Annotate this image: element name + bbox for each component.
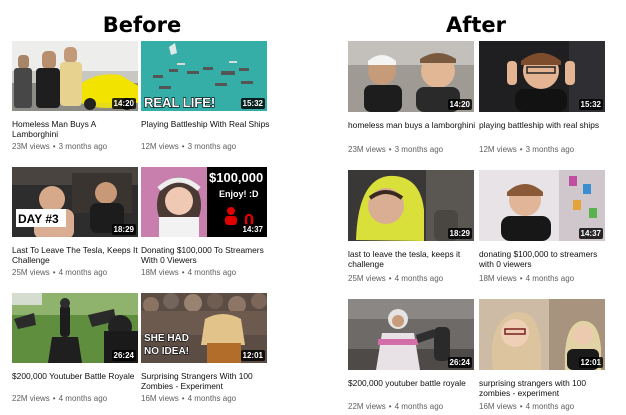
- video-card[interactable]: REAL LIFE! 15:32 Playing Battleship With…: [141, 41, 269, 159]
- duration-badge: 14:20: [447, 99, 472, 110]
- video-card[interactable]: 14:37 donating $100,000 to streamers wit…: [479, 170, 605, 288]
- video-meta: 25M views • 4 months ago: [12, 268, 108, 277]
- video-title[interactable]: Homeless Man Buys A Lamborghini: [12, 119, 142, 139]
- upload-age: 4 months ago: [525, 402, 575, 411]
- upload-age: 3 months ago: [58, 142, 108, 151]
- upload-age: 4 months ago: [525, 274, 575, 283]
- video-card[interactable]: 18:29 last to leave the tesla, keeps it …: [348, 170, 474, 288]
- video-title[interactable]: donating $100,000 to streamers with 0 vi…: [479, 249, 609, 269]
- duration-badge: 14:20: [111, 98, 136, 109]
- duration-badge: 26:24: [111, 350, 136, 361]
- video-meta: 18M views • 4 months ago: [141, 268, 237, 277]
- video-title[interactable]: Playing Battleship With Real Ships: [141, 119, 271, 129]
- video-card[interactable]: 14:20 homeless man buys a lamborghini 23…: [348, 41, 475, 159]
- duration-badge: 15:32: [240, 98, 265, 109]
- video-meta: 22M views • 4 months ago: [12, 394, 108, 403]
- video-title[interactable]: Last To Leave The Tesla, Keeps It Challe…: [12, 245, 142, 265]
- upload-age: 4 months ago: [187, 268, 237, 277]
- view-count: 12M views: [141, 142, 179, 151]
- view-count: 25M views: [12, 268, 50, 277]
- video-thumbnail[interactable]: 14:20: [12, 41, 138, 111]
- video-thumbnail[interactable]: 26:24: [348, 299, 474, 370]
- duration-badge: 26:24: [447, 357, 472, 368]
- video-card[interactable]: DAY #3 18:29 Last To Leave The Tesla, Ke…: [12, 167, 138, 285]
- video-title[interactable]: $200,000 Youtuber Battle Royale: [12, 371, 142, 381]
- video-card[interactable]: SHE HAD NO IDEA! 12:01 Surprising Strang…: [141, 293, 267, 411]
- thumb-caption-2: Enjoy! :D: [219, 189, 259, 199]
- view-count: 22M views: [12, 394, 50, 403]
- view-count: 18M views: [141, 268, 179, 277]
- video-thumbnail[interactable]: 14:37: [479, 170, 605, 241]
- duration-badge: 15:32: [578, 99, 603, 110]
- thumb-caption-2: NO IDEA!: [144, 346, 189, 357]
- video-thumbnail[interactable]: $100,000 Enjoy! :D 0 14:37: [141, 167, 267, 237]
- video-title[interactable]: Donating $100,000 To Streamers With 0 Vi…: [141, 245, 271, 265]
- duration-badge: 18:29: [111, 224, 136, 235]
- view-count: 23M views: [348, 145, 386, 154]
- upload-age: 4 months ago: [187, 394, 237, 403]
- video-thumbnail[interactable]: REAL LIFE! 15:32: [141, 41, 267, 111]
- view-count: 23M views: [12, 142, 50, 151]
- video-meta: 22M views • 4 months ago: [348, 402, 444, 411]
- video-title[interactable]: surprising strangers with 100 zombies - …: [479, 378, 609, 398]
- view-count: 22M views: [348, 402, 386, 411]
- thumb-caption: $100,000: [209, 170, 263, 185]
- video-card[interactable]: 26:24 $200,000 Youtuber Battle Royale 22…: [12, 293, 138, 411]
- video-meta: 23M views • 3 months ago: [348, 145, 444, 154]
- video-title[interactable]: Surprising Strangers With 100 Zombies - …: [141, 371, 271, 391]
- video-card[interactable]: 12:01 surprising strangers with 100 zomb…: [479, 299, 605, 415]
- upload-age: 3 months ago: [525, 145, 575, 154]
- upload-age: 3 months ago: [394, 145, 444, 154]
- video-thumbnail[interactable]: 15:32: [479, 41, 605, 112]
- video-meta: 16M views • 4 months ago: [479, 402, 575, 411]
- upload-age: 4 months ago: [58, 394, 108, 403]
- video-card[interactable]: 15:32 playing battleship with real ships…: [479, 41, 605, 159]
- upload-age: 4 months ago: [58, 268, 108, 277]
- video-thumbnail[interactable]: 26:24: [12, 293, 138, 363]
- upload-age: 4 months ago: [394, 274, 444, 283]
- video-meta: 25M views • 4 months ago: [348, 274, 444, 283]
- video-title[interactable]: playing battleship with real ships: [479, 120, 609, 130]
- video-meta: 23M views • 3 months ago: [12, 142, 108, 151]
- video-card[interactable]: 14:20 Homeless Man Buys A Lamborghini 23…: [12, 41, 138, 159]
- view-count: 18M views: [479, 274, 517, 283]
- video-card[interactable]: 26:24 $200,000 youtuber battle royale 22…: [348, 299, 474, 415]
- video-card[interactable]: $100,000 Enjoy! :D 0 14:37 Donating $100…: [141, 167, 267, 285]
- duration-badge: 12:01: [240, 350, 265, 361]
- video-title[interactable]: last to leave the tesla, keeps it challe…: [348, 249, 478, 269]
- after-heading: After: [445, 13, 507, 37]
- video-meta: 12M views • 3 months ago: [479, 145, 575, 154]
- video-meta: 16M views • 4 months ago: [141, 394, 237, 403]
- view-count: 16M views: [479, 402, 517, 411]
- before-heading: Before: [102, 13, 182, 37]
- thumb-caption: SHE HAD: [144, 333, 189, 344]
- comparison-screen: Before After 14:20 Homeless Man Buys A L…: [0, 0, 626, 415]
- video-thumbnail[interactable]: 18:29: [348, 170, 474, 241]
- video-meta: 18M views • 4 months ago: [479, 274, 575, 283]
- duration-badge: 14:37: [240, 224, 265, 235]
- duration-badge: 14:37: [578, 228, 603, 239]
- duration-badge: 18:29: [447, 228, 472, 239]
- video-meta: 12M views • 3 months ago: [141, 142, 237, 151]
- video-thumbnail[interactable]: 12:01: [479, 299, 605, 370]
- video-title[interactable]: homeless man buys a lamborghini: [348, 120, 478, 130]
- duration-badge: 12:01: [578, 357, 603, 368]
- thumb-caption: REAL LIFE!: [144, 95, 215, 110]
- video-thumbnail[interactable]: SHE HAD NO IDEA! 12:01: [141, 293, 267, 363]
- video-thumbnail[interactable]: DAY #3 18:29: [12, 167, 138, 237]
- video-thumbnail[interactable]: 14:20: [348, 41, 474, 112]
- thumb-caption: DAY #3: [18, 212, 59, 226]
- view-count: 16M views: [141, 394, 179, 403]
- view-count: 12M views: [479, 145, 517, 154]
- view-count: 25M views: [348, 274, 386, 283]
- upload-age: 4 months ago: [394, 402, 444, 411]
- upload-age: 3 months ago: [187, 142, 237, 151]
- video-title[interactable]: $200,000 youtuber battle royale: [348, 378, 478, 388]
